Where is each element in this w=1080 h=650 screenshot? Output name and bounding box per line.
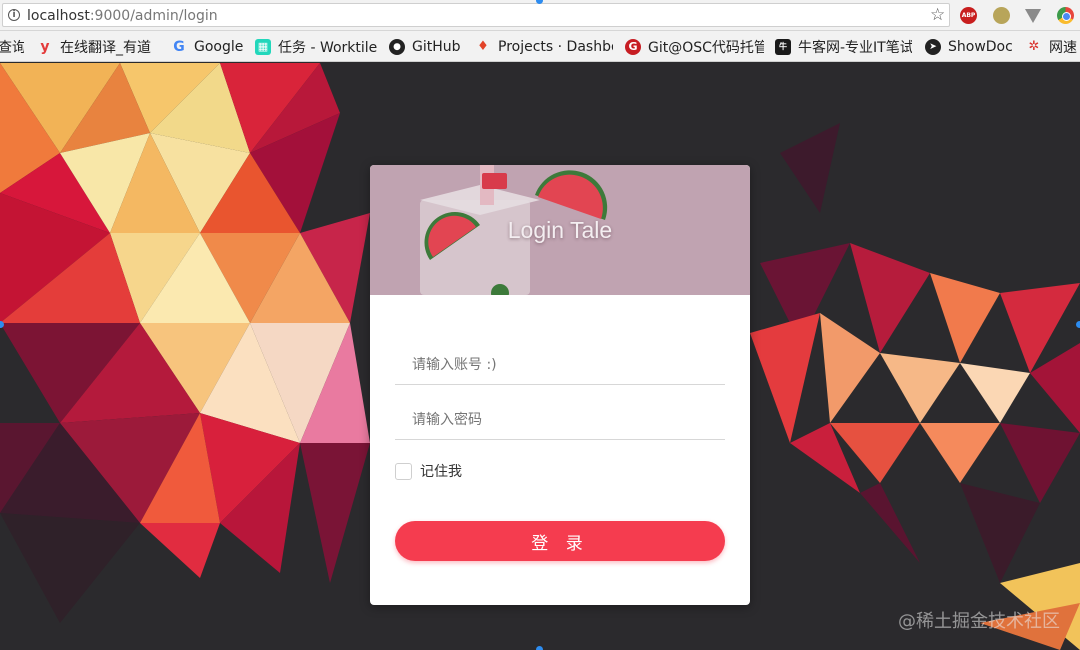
bookmark-worktile[interactable]: ▦ 任务 - Worktile: [255, 37, 377, 57]
watermark-text: @稀土掘金技术社区: [898, 611, 1060, 632]
bookmarks-bar: 查询 y 在线翻译_有道 G Google ▦ 任务 - Worktile ● …: [0, 31, 1080, 62]
bookmark-nowcoder[interactable]: 牛 牛客网-专业IT笔试: [775, 37, 912, 57]
github-icon: ●: [389, 39, 405, 55]
bookmark-label: Git@OSC代码托管: [648, 40, 764, 56]
url-text[interactable]: localhost:9000/admin/login: [27, 8, 218, 24]
site-info-icon[interactable]: i: [8, 9, 20, 21]
bookmark-label: ShowDoc: [948, 39, 1013, 55]
gitlab-icon: ♦: [477, 39, 489, 54]
bookmark-youdao[interactable]: y 在线翻译_有道: [37, 37, 151, 57]
bookmark-label: 任务 - Worktile: [278, 40, 378, 56]
url-path: :9000/admin/login: [89, 8, 218, 24]
bookmark-gitosc[interactable]: G Git@OSC代码托管: [625, 37, 764, 57]
vue-devtools-icon[interactable]: [1025, 9, 1041, 23]
bookmark-label: Google: [194, 39, 244, 55]
bookmark-github[interactable]: ● GitHub: [389, 37, 461, 57]
resize-handle-right[interactable]: [1076, 321, 1080, 328]
bookmark-google[interactable]: G Google: [171, 37, 243, 57]
resize-handle-bottom[interactable]: [536, 646, 543, 650]
google-icon: G: [173, 39, 185, 55]
bookmark-speedtest[interactable]: ✲ 网速: [1026, 37, 1077, 57]
browser-toolbar: i localhost:9000/admin/login ☆ ABP: [0, 0, 1080, 31]
speedtest-icon: ✲: [1028, 39, 1040, 54]
bookmark-showdoc[interactable]: ➤ ShowDoc: [925, 37, 1013, 57]
bookmark-label: 网速: [1049, 40, 1077, 56]
bookmark-label: 牛客网-专业IT笔试: [798, 40, 912, 56]
remember-me-option[interactable]: 记住我: [395, 461, 462, 481]
login-card: Login Tale 记住我 登 录: [370, 165, 750, 605]
bookmark-label: Projects · Dashboard: [498, 39, 613, 55]
showdoc-icon: ➤: [925, 39, 941, 55]
address-bar[interactable]: i localhost:9000/admin/login ☆: [2, 3, 950, 27]
username-input[interactable]: [395, 345, 725, 385]
worktile-icon: ▦: [255, 39, 271, 55]
nowcoder-icon: 牛: [775, 39, 791, 55]
extension-dot-icon[interactable]: [993, 7, 1010, 24]
remember-me-checkbox[interactable]: [395, 462, 412, 480]
login-button[interactable]: 登 录: [395, 521, 725, 561]
login-hero-banner: Login Tale: [370, 165, 750, 295]
remember-me-label: 记住我: [420, 464, 462, 480]
bookmark-gitlab[interactable]: ♦ Projects · Dashboard: [475, 37, 613, 57]
password-input[interactable]: [395, 400, 725, 440]
youdao-icon: y: [40, 39, 50, 55]
bookmark-label: GitHub: [412, 39, 461, 55]
abp-icon[interactable]: ABP: [960, 7, 977, 24]
gitosc-icon: G: [625, 39, 641, 55]
login-title: Login Tale: [507, 217, 613, 243]
url-host: localhost: [27, 8, 90, 24]
chrome-icon[interactable]: [1057, 7, 1074, 24]
bookmark-label: 在线翻译_有道: [60, 40, 151, 56]
bookmark-search[interactable]: 查询: [0, 37, 24, 57]
bookmark-star-icon[interactable]: ☆: [930, 7, 945, 24]
bookmark-label: 查询: [0, 37, 24, 57]
